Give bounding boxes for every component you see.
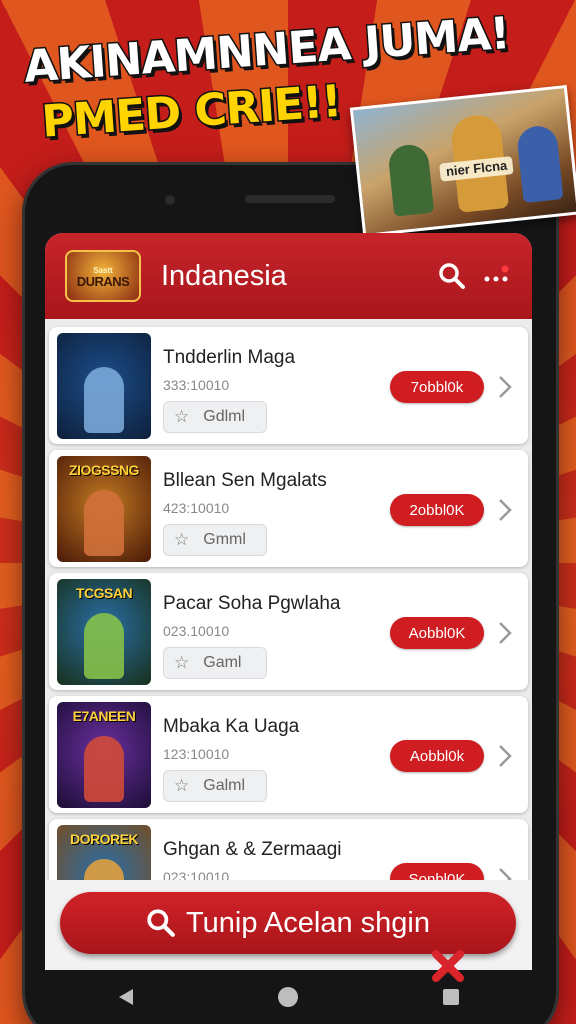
promo-artwork: nier Flcna [349,84,576,238]
item-count: 423:10010 [163,500,230,516]
game-thumbnail[interactable] [57,332,151,439]
app-bar: Sastt DURANS Indanesia [45,233,532,319]
item-action-button[interactable]: 2obbl0K [390,494,484,526]
list-item[interactable]: Tndderlin Maga 333:10010 ☆ Gdlml 7obbl0k [49,327,528,444]
chevron-right-icon[interactable] [496,496,514,524]
phone-speaker [245,195,335,203]
more-dots-icon [484,265,509,282]
item-name: Ghgan & & Zermaagi [163,839,342,860]
list-item[interactable]: E7ANEEN Mbaka Ka Uaga 123:10010 ☆ Galml … [49,696,528,813]
cta-search-button[interactable]: Tunip Acelan shgin [60,892,516,954]
search-icon [147,909,175,937]
app-screen: Sastt DURANS Indanesia Tndderlin Maga 33… [45,233,532,970]
chevron-right-icon[interactable] [496,619,514,647]
star-icon: ☆ [174,653,190,672]
game-list: Tndderlin Maga 333:10010 ☆ Gdlml 7obbl0k… [45,319,532,936]
back-triangle-icon[interactable] [115,986,137,1008]
item-name: Mbaka Ka Uaga [163,716,300,737]
thumbnail-title: E7ANEEN [72,707,136,724]
home-circle-icon[interactable] [276,985,300,1009]
recents-square-icon[interactable] [440,986,462,1008]
item-tag-label: Gmml [203,531,246,548]
chevron-right-icon[interactable] [496,742,514,770]
app-logo[interactable]: Sastt DURANS [65,250,141,302]
item-name: Bllean Sen Mgalats [163,470,327,491]
item-tag-chip[interactable]: ☆ Gmml [163,524,267,556]
item-action-button[interactable]: Aobbl0K [390,617,484,649]
item-action-button[interactable]: Aobbl0k [390,740,484,772]
promo-figure [387,142,435,217]
game-thumbnail[interactable]: ZIOGSSNG [57,455,151,562]
search-icon [439,263,465,289]
item-tag-label: Gdlml [203,408,246,425]
item-count: 023.10010 [163,623,230,639]
thumbnail-character [84,735,124,802]
thumbnail-character [84,489,124,556]
more-options-button[interactable] [474,254,518,298]
cta-label: Tunip Acelan shgin [186,906,430,939]
list-item[interactable]: ZIOGSSNG Bllean Sen Mgalats 423:10010 ☆ … [49,450,528,567]
list-item[interactable]: TCGSAN Pacar Soha Pgwlaha 023.10010 ☆ Ga… [49,573,528,690]
game-thumbnail[interactable]: E7ANEEN [57,701,151,808]
star-icon: ☆ [174,407,190,426]
item-name: Pacar Soha Pgwlaha [163,593,341,614]
item-tag-chip[interactable]: ☆ Galml [163,770,267,802]
phone-camera [165,195,175,205]
chevron-right-icon[interactable] [496,373,514,401]
game-thumbnail[interactable]: TCGSAN [57,578,151,685]
thumbnail-character [84,612,124,679]
app-title: Indanesia [161,259,287,292]
item-count: 123:10010 [163,746,230,762]
star-icon: ☆ [174,776,190,795]
item-count: 333:10010 [163,377,230,393]
item-tag-label: Galml [203,777,246,794]
star-icon: ☆ [174,530,190,549]
thumbnail-title: ZIOGSSNG [69,461,139,478]
search-button[interactable] [430,254,474,298]
item-name: Tndderlin Maga [163,347,296,368]
thumbnail-title: TCGSAN [75,584,133,601]
item-action-button[interactable]: 7obbl0k [390,371,484,403]
item-tag-chip[interactable]: ☆ Gdlml [163,401,267,433]
item-tag-label: Gaml [203,654,242,671]
logo-main-text: DURANS [76,274,130,289]
item-tag-chip[interactable]: ☆ Gaml [163,647,267,679]
system-nav-bar [45,970,532,1024]
promo-figure [515,124,564,204]
thumbnail-character [84,366,124,433]
thumbnail-title: DOROREK [69,830,139,847]
